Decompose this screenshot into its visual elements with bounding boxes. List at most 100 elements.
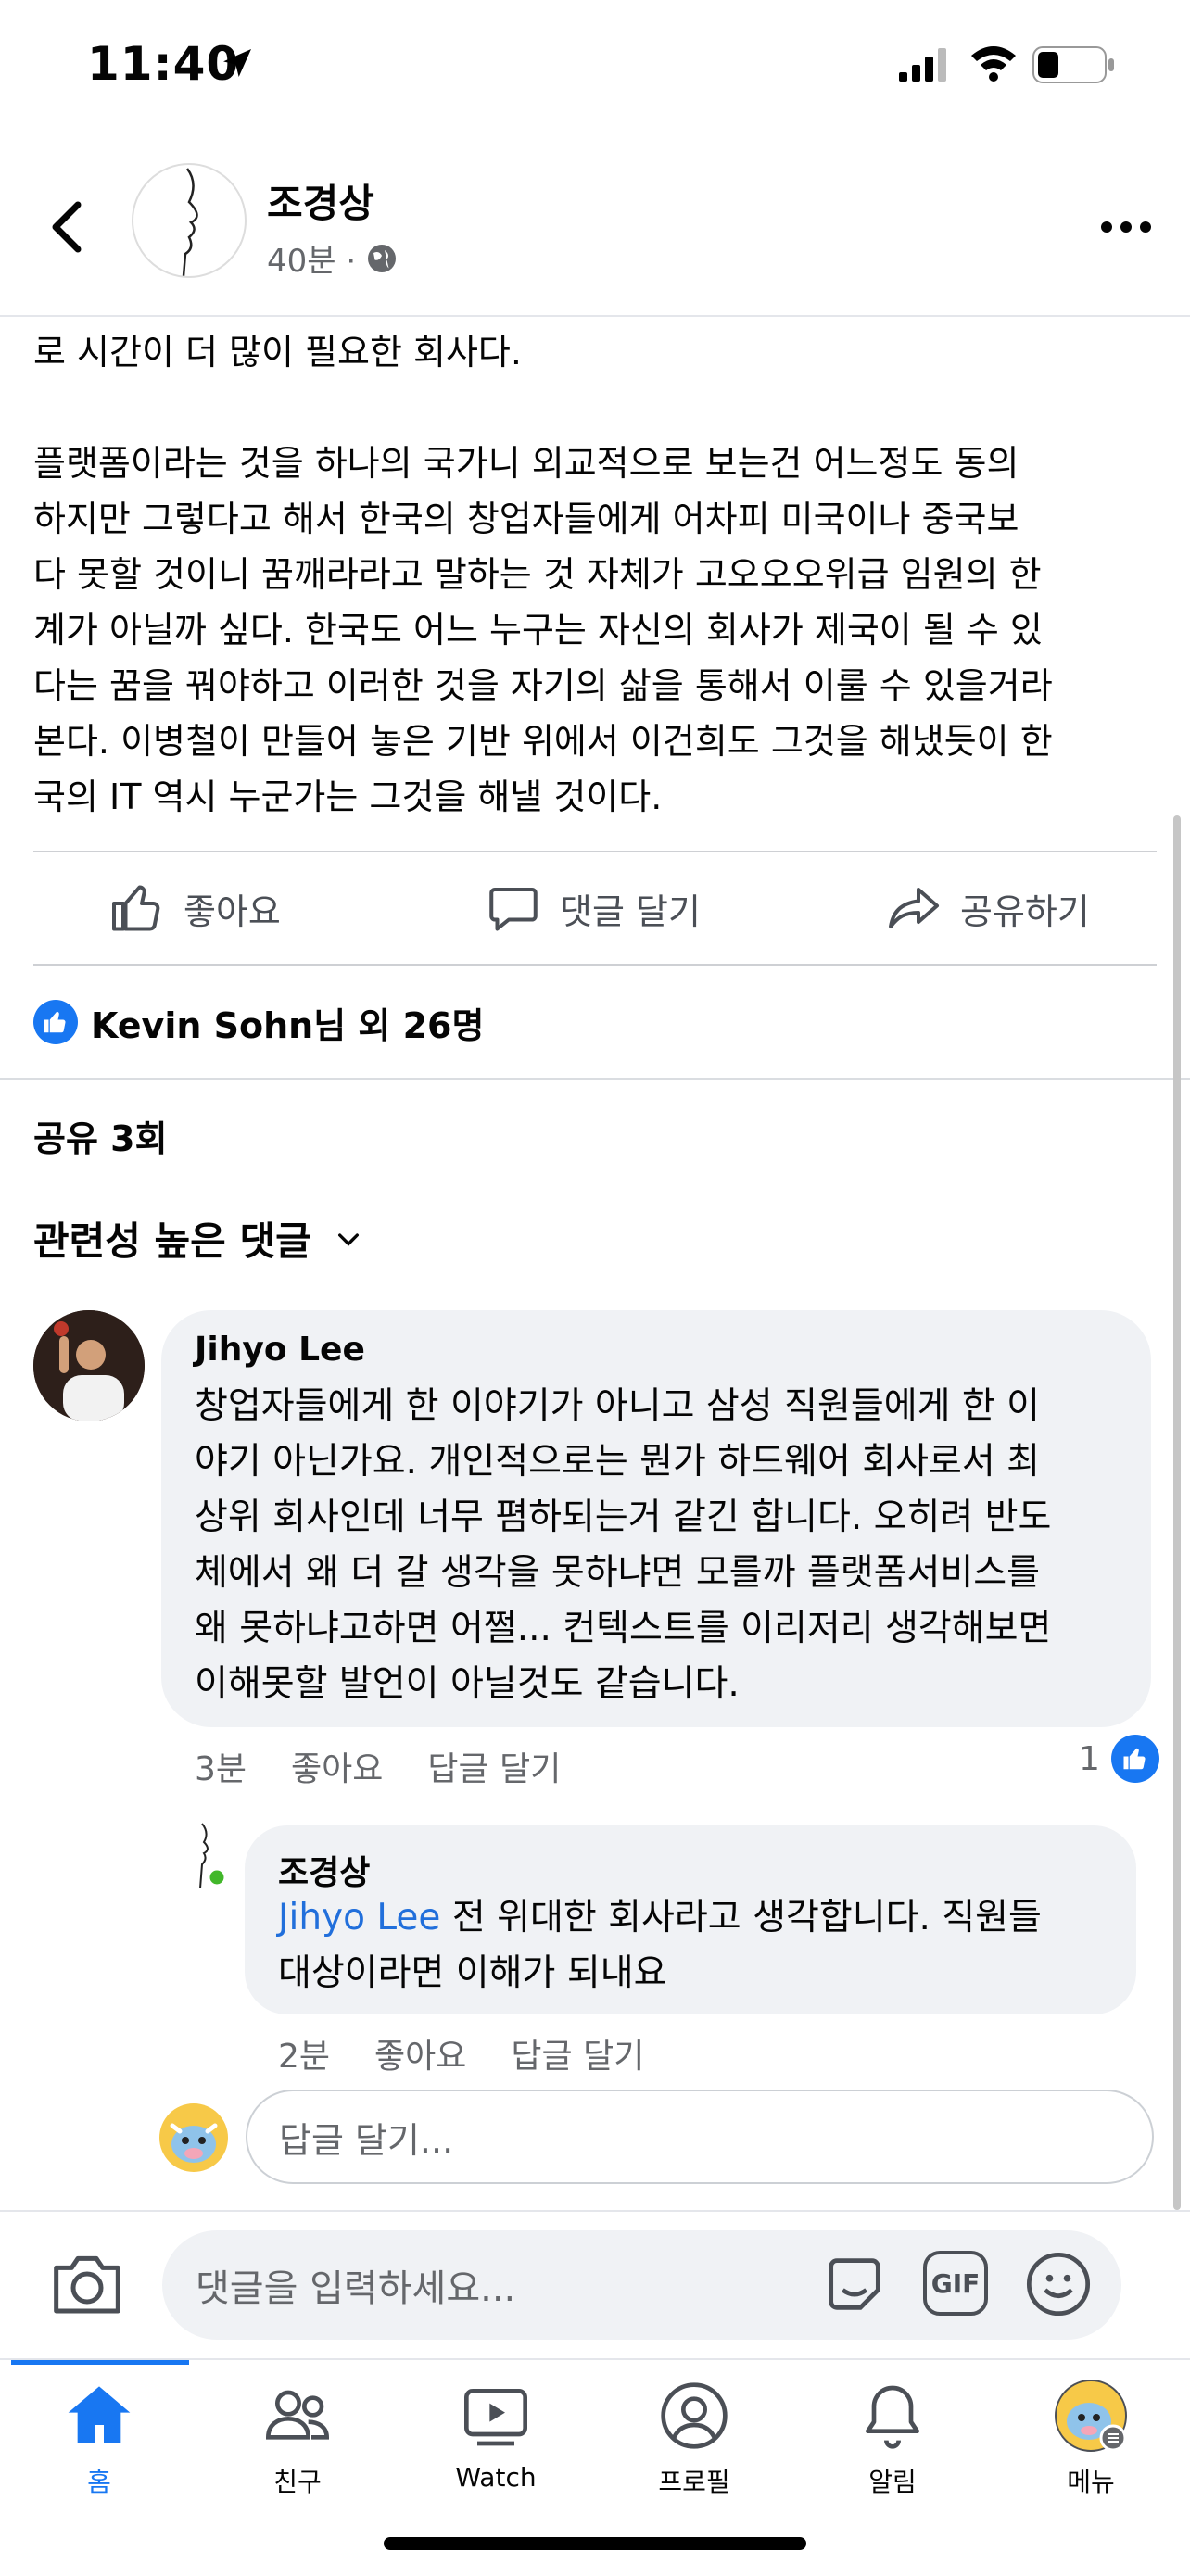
comment-author[interactable]: Jihyo Lee bbox=[195, 1331, 365, 1369]
post-line: 플랫폼이라는 것을 하나의 국가니 외교적으로 보는건 어느정도 동의 bbox=[33, 443, 1019, 484]
globe-icon bbox=[368, 244, 397, 272]
share-count[interactable]: 공유 3회 bbox=[33, 1110, 168, 1161]
menu-avatar-icon bbox=[1055, 2380, 1127, 2452]
location-arrow-icon bbox=[223, 49, 251, 77]
comment-line: 야기 아닌가요. 개인적으로는 뭔가 하드웨어 회사로서 최 bbox=[195, 1441, 1041, 1483]
scrollbar[interactable] bbox=[1173, 815, 1181, 2210]
commenter-avatar[interactable] bbox=[33, 1310, 145, 1421]
author-avatar[interactable] bbox=[132, 163, 247, 278]
thumbs-up-icon bbox=[112, 885, 160, 931]
reply-author-avatar[interactable] bbox=[182, 1822, 230, 1889]
comment-bubble[interactable]: Jihyo Lee 창업자들에게 한 이야기가 아니고 삼성 직원들에게 한 이… bbox=[161, 1310, 1151, 1727]
comment-like-count[interactable]: 1 bbox=[1079, 1735, 1159, 1783]
reaction-summary[interactable]: Kevin Sohn님 외 26명 bbox=[33, 990, 484, 1054]
face-sketch-icon bbox=[182, 168, 198, 276]
tab-label: Watch bbox=[455, 2462, 537, 2493]
like-reaction-icon bbox=[1110, 1735, 1159, 1783]
reply-author[interactable]: 조경상 bbox=[278, 1846, 370, 1894]
post-text-top: 로 시간이 더 많이 필요한 회사다. bbox=[33, 332, 522, 373]
gif-label: GIF bbox=[930, 2267, 981, 2299]
post-header: 조경상 40분 · bbox=[0, 139, 1190, 317]
sticker-icon bbox=[829, 2258, 880, 2310]
tab-notifications[interactable]: 알림 bbox=[793, 2379, 992, 2536]
bell-icon bbox=[866, 2385, 919, 2449]
post-line: 다는 꿈을 꿔야하고 이러한 것을 자기의 삶을 통해서 이룰 수 있을거라 bbox=[33, 665, 1053, 706]
comment-like-link[interactable]: 좋아요 bbox=[291, 1742, 383, 1790]
comment-line: 체에서 왜 더 갈 생각을 못하냐면 모를까 플랫폼서비스를 bbox=[195, 1552, 1041, 1594]
camera-button[interactable] bbox=[50, 2249, 124, 2321]
tab-home[interactable]: 홈 bbox=[0, 2379, 198, 2536]
sort-label: 관련성 높은 댓글 bbox=[33, 1219, 311, 1264]
reply-like-link[interactable]: 좋아요 bbox=[374, 2029, 466, 2077]
reply-bubble[interactable]: 조경상 Jihyo Lee 전 위대한 회사라고 생각합니다. 직원들 대상이라… bbox=[245, 1825, 1136, 2014]
watch-icon bbox=[464, 2389, 527, 2446]
friends-icon bbox=[265, 2390, 330, 2440]
share-label: 공유하기 bbox=[960, 890, 1090, 932]
post-paragraph: 플랫폼이라는 것을 하나의 국가니 외교적으로 보는건 어느정도 동의 하지만 … bbox=[33, 436, 1157, 825]
like-button[interactable]: 좋아요 bbox=[109, 871, 281, 945]
comment-line: 상위 회사인데 너무 폄하되는거 같긴 합니다. 오히려 반도 bbox=[195, 1496, 1052, 1538]
comment-meta: 3분 좋아요 답글 달기 bbox=[195, 1742, 561, 1790]
home-icon bbox=[68, 2386, 131, 2443]
reply-meta: 2분 좋아요 답글 달기 bbox=[278, 2029, 644, 2077]
share-button[interactable]: 공유하기 bbox=[886, 871, 1090, 945]
like-reaction-icon bbox=[33, 1000, 78, 1044]
sticker-button[interactable] bbox=[819, 2249, 890, 2323]
comment-text: 창업자들에게 한 이야기가 아니고 삼성 직원들에게 한 이 야기 아닌가요. … bbox=[195, 1379, 1131, 1712]
reply-time: 2분 bbox=[278, 2038, 331, 2076]
tab-menu[interactable]: 메뉴 bbox=[992, 2379, 1190, 2536]
more-dots-icon bbox=[1101, 221, 1151, 233]
comment-line: 왜 못하냐고하면 어쩔... 컨텍스트를 이리저리 생각해보면 bbox=[195, 1608, 1052, 1649]
divider bbox=[33, 964, 1157, 966]
face-sketch-icon bbox=[199, 1823, 227, 1889]
tab-label: 프로필 bbox=[658, 2467, 730, 2497]
reply-line: 대상이라면 이해가 되내요 bbox=[278, 1952, 667, 1994]
like-label: 좋아요 bbox=[184, 890, 281, 932]
signal-icon bbox=[899, 48, 946, 82]
comment-button[interactable]: 댓글 달기 bbox=[486, 871, 701, 945]
post-line: 국의 IT 역시 누군가는 그것을 해낼 것이다. bbox=[33, 777, 663, 817]
my-avatar bbox=[159, 2103, 228, 2172]
tab-friends[interactable]: 친구 bbox=[198, 2379, 397, 2536]
reaction-text: Kevin Sohn님 외 26명 bbox=[91, 1004, 485, 1046]
status-bar: 11:40 bbox=[0, 0, 1190, 139]
cartoon-cow-icon bbox=[170, 2123, 218, 2163]
gif-button[interactable]: GIF bbox=[923, 2251, 988, 2316]
tab-watch[interactable]: Watch bbox=[397, 2379, 595, 2536]
divider bbox=[33, 851, 1157, 852]
reply-text: Jihyo Lee 전 위대한 회사라고 생각합니다. 직원들 대상이라면 이해… bbox=[278, 1890, 1121, 2001]
share-arrow-icon bbox=[889, 888, 939, 928]
comment-line: 이해못할 발언이 아닐것도 같습니다. bbox=[195, 1663, 740, 1705]
chevron-down-icon bbox=[337, 1232, 359, 1246]
home-indicator bbox=[384, 2537, 806, 2550]
comment-reply-link[interactable]: 답글 달기 bbox=[427, 1742, 561, 1790]
comment-input-placeholder: 댓글을 입력하세요... bbox=[196, 2267, 516, 2310]
more-options-button[interactable] bbox=[1094, 204, 1158, 250]
tab-label: 친구 bbox=[273, 2467, 322, 2497]
post-meta: 40분 · bbox=[267, 235, 399, 281]
tab-label: 메뉴 bbox=[1067, 2467, 1115, 2497]
comment-sort-dropdown[interactable]: 관련성 높은 댓글 bbox=[33, 1210, 363, 1267]
reply-reply-link[interactable]: 답글 달기 bbox=[511, 2029, 644, 2077]
post-line: 하지만 그렇다고 해서 한국의 창업자들에게 어차피 미국이나 중국보 bbox=[33, 499, 1019, 539]
tab-profile[interactable]: 프로필 bbox=[595, 2379, 793, 2536]
chevron-left-icon bbox=[52, 201, 82, 253]
reply-line-rest: 전 위대한 회사라고 생각합니다. 직원들 bbox=[440, 1897, 1042, 1938]
status-time: 11:40 bbox=[87, 37, 240, 91]
back-button[interactable] bbox=[37, 190, 93, 264]
like-count: 1 bbox=[1079, 1739, 1100, 1778]
emoji-button[interactable] bbox=[1023, 2249, 1094, 2323]
mention-link[interactable]: Jihyo Lee bbox=[278, 1897, 440, 1938]
comment-label: 댓글 달기 bbox=[560, 890, 701, 932]
author-name[interactable]: 조경상 bbox=[267, 172, 374, 229]
post-time: 40분 · bbox=[267, 243, 357, 280]
wifi-icon bbox=[971, 46, 1016, 82]
reply-line: Jihyo Lee 전 위대한 회사라고 생각합니다. 직원들 bbox=[278, 1890, 1121, 1946]
post-line: 다 못할 것이니 꿈깨라라고 말하는 것 자체가 고오오오위급 임원의 한 bbox=[33, 554, 1042, 595]
battery-icon bbox=[1032, 46, 1114, 83]
tab-label: 알림 bbox=[868, 2467, 917, 2497]
comment-time: 3분 bbox=[195, 1750, 247, 1788]
reply-input[interactable]: 답글 달기... bbox=[246, 2090, 1154, 2184]
post-line: 본다. 이병철이 만들어 놓은 기반 위에서 이건희도 그것을 해냈듯이 한 bbox=[33, 721, 1053, 762]
comment-line: 창업자들에게 한 이야기가 아니고 삼성 직원들에게 한 이 bbox=[195, 1385, 1041, 1427]
